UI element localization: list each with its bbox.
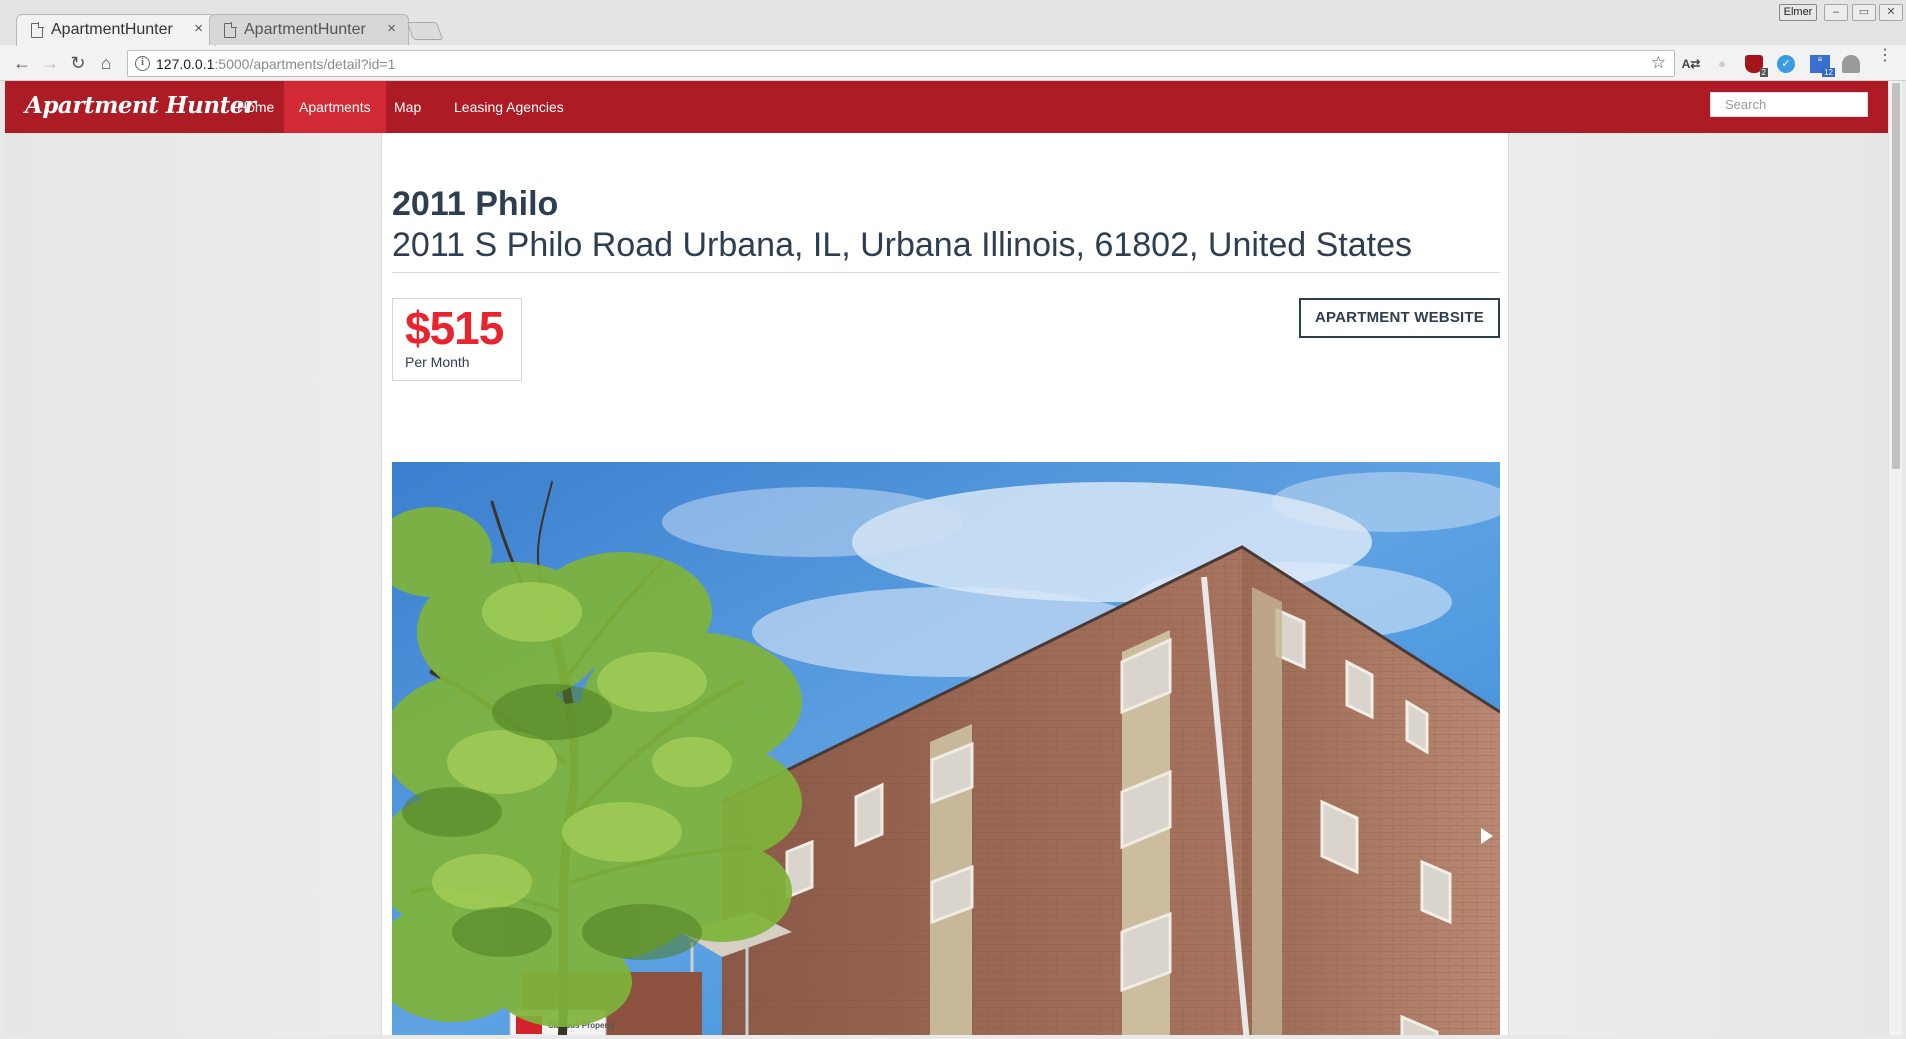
shield-extension-icon[interactable]: 2 <box>1745 55 1768 77</box>
extension-icon[interactable]: ● <box>1712 54 1732 74</box>
nav-apartments[interactable]: Apartments <box>284 81 386 133</box>
back-icon[interactable]: ← <box>10 51 34 75</box>
price-card: $515 Per Month <box>392 298 522 381</box>
bird-extension-icon[interactable]: ✓ <box>1777 55 1795 73</box>
close-icon[interactable]: × <box>387 20 396 37</box>
profile-button[interactable]: Elmer <box>1779 4 1817 21</box>
page-icon <box>31 22 44 38</box>
scrollbar-thumb[interactable] <box>1892 83 1900 469</box>
home-icon[interactable]: ⌂ <box>94 51 118 75</box>
star-icon[interactable]: ☆ <box>1651 53 1666 73</box>
price-period: Per Month <box>405 354 470 370</box>
new-tab-button[interactable] <box>406 22 444 40</box>
close-window-button[interactable]: ✕ <box>1879 4 1903 21</box>
reload-icon[interactable]: ↻ <box>66 51 90 75</box>
apartment-address: 2011 S Philo Road Urbana, IL, Urbana Ill… <box>392 226 1412 264</box>
price-value: $515 <box>405 302 504 354</box>
address-bar[interactable]: i 127.0.0.1:5000/apartments/detail?id=1 … <box>127 50 1675 77</box>
translate-icon[interactable]: A⇄ <box>1681 54 1701 74</box>
tab-active[interactable]: ApartmentHunter × <box>16 14 216 46</box>
search-input[interactable] <box>1710 92 1868 117</box>
page-icon <box>224 22 237 38</box>
brand-logo[interactable]: Apartment Hunter <box>25 92 256 119</box>
restore-button[interactable]: ▭ <box>1852 4 1876 21</box>
page-viewport: Apartment Hunter Home Apartments Map Lea… <box>5 81 1888 1035</box>
tab-inactive[interactable]: ApartmentHunter × <box>209 14 409 45</box>
tab-title: ApartmentHunter <box>244 21 366 38</box>
nav-map[interactable]: Map <box>379 81 436 133</box>
tab-title: ApartmentHunter <box>51 21 173 38</box>
apartment-name: 2011 Philo <box>392 185 559 223</box>
apartment-photo: Campus Property <box>392 462 1500 1035</box>
ghost-extension-icon[interactable] <box>1842 55 1860 73</box>
nav-leasing-agencies[interactable]: Leasing Agencies <box>439 81 579 133</box>
minimize-button[interactable]: – <box>1824 4 1848 21</box>
menu-icon[interactable]: ⋮ <box>1877 48 1893 64</box>
site-navbar: Apartment Hunter Home Apartments Map Lea… <box>5 81 1888 133</box>
browser-toolbar: ← → ↻ ⌂ i 127.0.0.1:5000/apartments/deta… <box>0 46 1906 81</box>
apartment-photo-image: Campus Property <box>392 462 1500 1035</box>
info-icon[interactable]: i <box>135 56 150 71</box>
forward-icon[interactable]: → <box>38 51 62 75</box>
browser-chrome: ApartmentHunter × ApartmentHunter × Elme… <box>0 0 1906 81</box>
apartment-website-button[interactable]: APARTMENT WEBSITE <box>1299 298 1500 338</box>
nav-home[interactable]: Home <box>222 81 289 133</box>
close-icon[interactable]: × <box>194 20 203 37</box>
apartment-detail: 2011 Philo 2011 S Philo Road Urbana, IL,… <box>381 133 1509 1035</box>
list-extension-icon[interactable]: ≡ 12 <box>1810 55 1835 77</box>
page-scrollbar[interactable] <box>1888 81 1902 1035</box>
divider <box>392 272 1500 273</box>
tab-strip: ApartmentHunter × ApartmentHunter × Elme… <box>0 0 1906 46</box>
carousel-next-icon[interactable] <box>1479 826 1495 846</box>
url-text: 127.0.0.1:5000/apartments/detail?id=1 <box>156 56 396 72</box>
